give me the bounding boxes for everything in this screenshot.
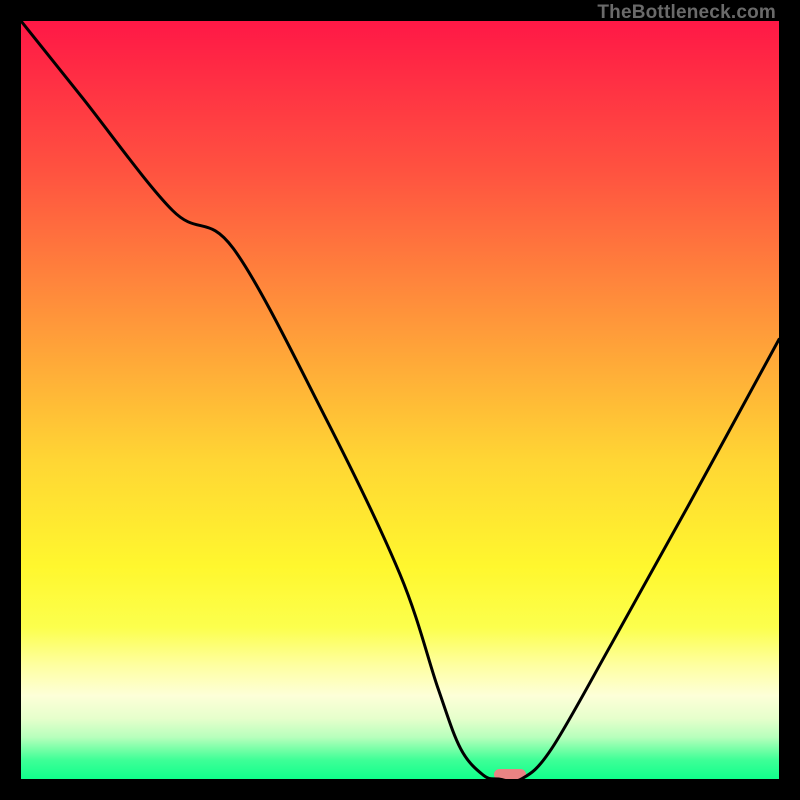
- plot-area: [21, 21, 779, 779]
- watermark-text: TheBottleneck.com: [597, 2, 776, 24]
- bottleneck-curve: [21, 21, 779, 779]
- chart-frame: TheBottleneck.com: [0, 0, 800, 800]
